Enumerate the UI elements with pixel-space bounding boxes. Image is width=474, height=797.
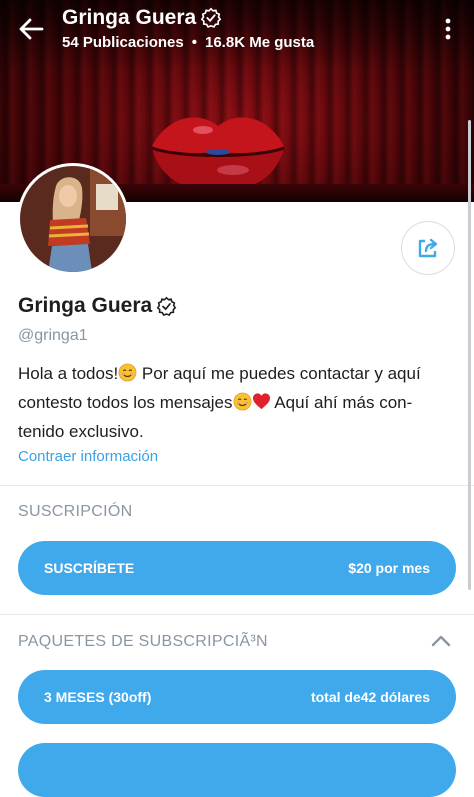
header-stats: 54 Publicaciones • 16.8K Me gusta <box>62 34 314 51</box>
profile-bio: Hola a todos! Por aquí me puedes contact… <box>18 359 458 446</box>
lips-artwork <box>151 117 285 192</box>
bundles-label: PAQUETES DE SUBSCRIPCIÃ³N <box>18 633 268 650</box>
collapse-info-link[interactable]: Contraer información <box>18 448 158 465</box>
verified-badge-icon <box>200 7 222 28</box>
arrow-left-icon[interactable] <box>16 14 46 44</box>
header-title-text: Gringa Guera <box>62 6 197 29</box>
profile-name-text: Gringa Guera <box>18 294 153 317</box>
top-bar: Gringa Guera 54 Publicaciones • 16.8K Me g… <box>0 0 474 64</box>
red-heart-icon <box>252 393 270 410</box>
more-vertical-icon[interactable] <box>438 16 458 42</box>
divider <box>0 614 474 615</box>
subscribe-button[interactable]: SUSCRÍBETE $20 por mes <box>18 541 456 595</box>
likes-count: 16.8K Me gusta <box>205 34 315 51</box>
divider <box>0 485 474 486</box>
bundle-price: total de42 dólares <box>310 689 430 705</box>
scrollbar[interactable] <box>468 120 471 590</box>
stats-separator: • <box>191 34 197 51</box>
bundle-label: 3 MESES (30off) <box>44 689 152 705</box>
header-title: Gringa Guera <box>62 6 222 30</box>
subscription-label: SUSCRIPCIÓN <box>18 503 133 520</box>
bundle-button[interactable] <box>18 743 456 797</box>
smiling-face-icon <box>118 363 137 382</box>
avatar[interactable] <box>17 163 129 275</box>
share-button[interactable] <box>401 221 455 275</box>
avatar-photo <box>20 166 126 272</box>
bio-text-1: Hola a todos! <box>18 364 119 383</box>
profile-name: Gringa Guera <box>18 294 177 318</box>
subscribe-price: $20 por mes <box>348 560 430 576</box>
posts-count: 54 Publicaciones <box>62 34 184 51</box>
bundle-button[interactable]: 3 MESES (30off) total de42 dólares <box>18 670 456 724</box>
chevron-up-icon[interactable] <box>430 632 452 650</box>
subscribe-button-label: SUSCRÍBETE <box>44 560 135 576</box>
share-icon <box>418 238 438 258</box>
verified-badge-icon <box>156 296 177 316</box>
smiling-face-icon <box>233 392 251 411</box>
profile-handle: @gringa1 <box>18 327 88 344</box>
